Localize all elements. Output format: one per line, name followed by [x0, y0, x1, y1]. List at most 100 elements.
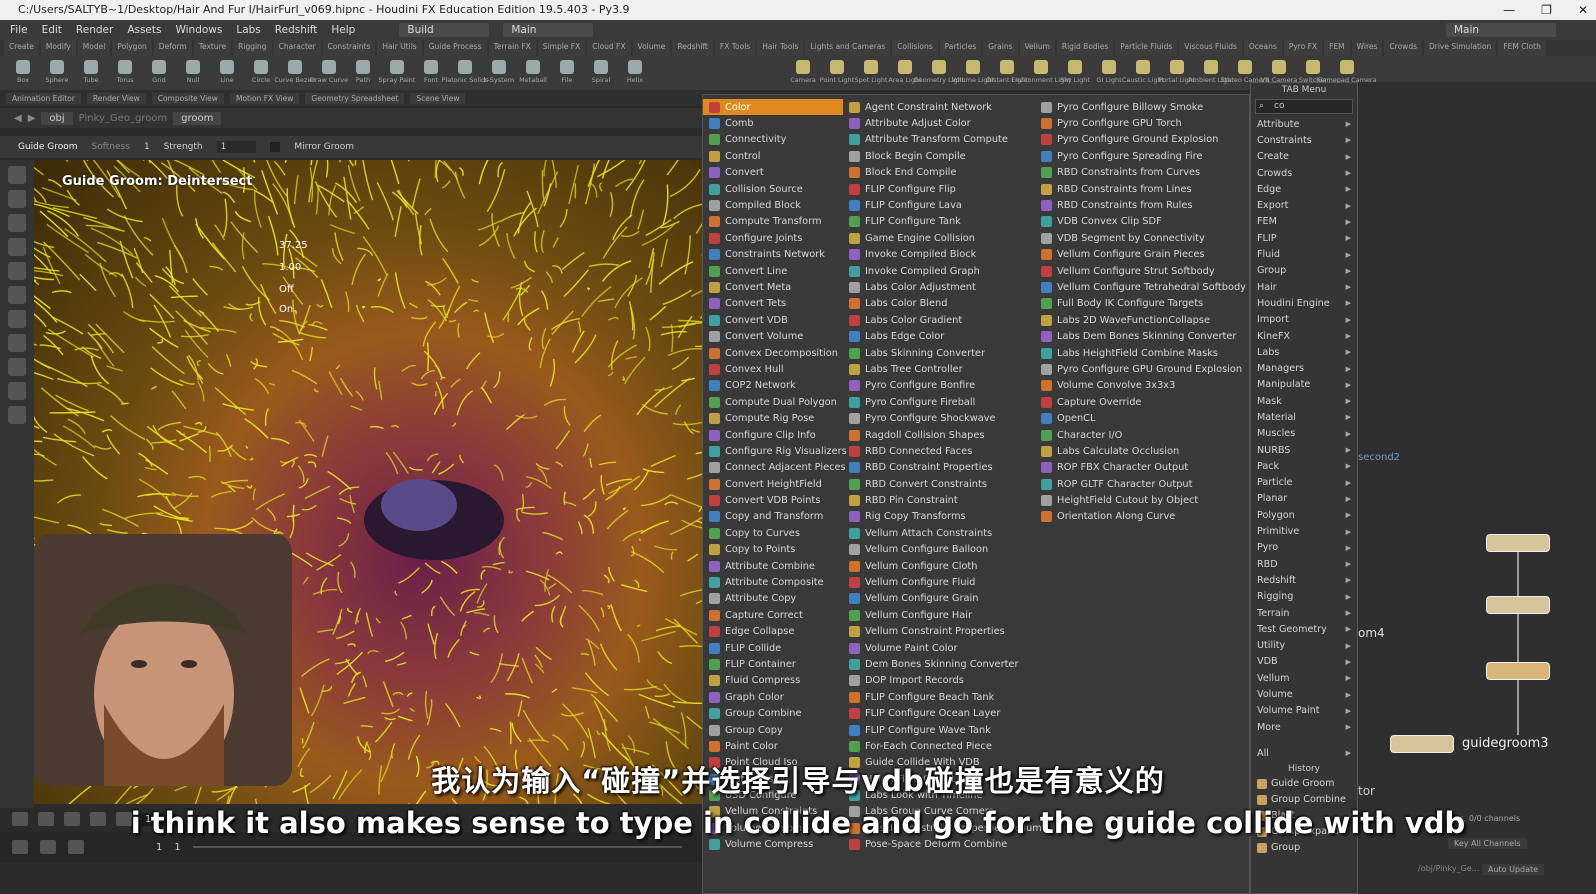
menu-item-vellum-configure-balloon[interactable]: Vellum Configure Balloon: [843, 542, 1035, 558]
light-tool-spot-light[interactable]: Spot Light: [854, 58, 888, 88]
menu-item-rbd-convert-constraints[interactable]: RBD Convert Constraints: [843, 476, 1035, 492]
menu-item-copy-to-points[interactable]: Copy to Points: [703, 542, 843, 558]
shelf-tool-file[interactable]: File: [552, 58, 582, 88]
shelf-tab-volume[interactable]: Volume: [632, 40, 671, 56]
menu-item-convert-meta[interactable]: Convert Meta: [703, 279, 843, 295]
category-manipulate[interactable]: Manipulate: [1251, 377, 1357, 393]
category-import[interactable]: Import: [1251, 312, 1357, 328]
shelf-tab-model[interactable]: Model: [77, 40, 111, 56]
category-rbd[interactable]: RBD: [1251, 556, 1357, 572]
menu-item-labs-heightfield-combine-masks[interactable]: Labs HeightField Combine Masks: [1035, 345, 1249, 361]
category-crowds[interactable]: Crowds: [1251, 165, 1357, 181]
shelf-tool-grid[interactable]: Grid: [144, 58, 174, 88]
range-start[interactable]: 1: [156, 842, 162, 853]
menu-item-pyro-configure-bonfire[interactable]: Pyro Configure Bonfire: [843, 378, 1035, 394]
light-tool-caustic-light[interactable]: Caustic Light: [1122, 58, 1164, 88]
real-time-icon[interactable]: [12, 840, 28, 854]
menu-item-convert[interactable]: Convert: [703, 165, 843, 181]
rotate-tool-icon[interactable]: [8, 214, 26, 232]
shelf-tab-cloud-fx[interactable]: Cloud FX: [587, 40, 631, 56]
menu-item-rig-copy-transforms[interactable]: Rig Copy Transforms: [843, 509, 1035, 525]
menu-item-pyro-configure-shockwave[interactable]: Pyro Configure Shockwave: [843, 410, 1035, 426]
magnet-icon[interactable]: [8, 382, 26, 400]
menu-item-attribute-transform-compute[interactable]: Attribute Transform Compute: [843, 132, 1035, 148]
light-tool-point-light[interactable]: Point Light: [820, 58, 854, 88]
menu-windows[interactable]: Windows: [175, 24, 222, 36]
menu-item-vdb-convex-clip-sdf[interactable]: VDB Convex Clip SDF: [1035, 214, 1249, 230]
shelf-tab-grains[interactable]: Grains: [983, 40, 1018, 56]
menu-item-paint-color[interactable]: Paint Color: [703, 738, 843, 754]
menu-render[interactable]: Render: [76, 24, 113, 36]
shelf-tab-vellum[interactable]: Vellum: [1019, 40, 1055, 56]
path-node[interactable]: Pinky_Geo_groom: [79, 113, 168, 124]
menu-item-configure-rig-visualizers[interactable]: Configure Rig Visualizers: [703, 443, 847, 459]
menu-item-block-end-compile[interactable]: Block End Compile: [843, 165, 1035, 181]
close-button[interactable]: ✕: [1578, 0, 1588, 20]
category-create[interactable]: Create: [1251, 149, 1357, 165]
desktop-select-build[interactable]: Build: [399, 23, 490, 37]
category-material[interactable]: Material: [1251, 409, 1357, 425]
strength-field[interactable]: 1: [216, 141, 257, 153]
menu-item-labs-edge-color[interactable]: Labs Edge Color: [843, 328, 1035, 344]
shelf-tab-deform[interactable]: Deform: [153, 40, 192, 56]
menu-item-connectivity[interactable]: Connectivity: [703, 132, 843, 148]
shelf-tab-particle-fluids[interactable]: Particle Fluids: [1115, 40, 1178, 56]
menu-item-group-combine[interactable]: Group Combine: [703, 705, 843, 721]
shelf-tab-fem[interactable]: FEM: [1324, 40, 1350, 56]
range-end[interactable]: 1: [174, 842, 180, 853]
category-group[interactable]: Group: [1251, 263, 1357, 279]
menu-item-block-begin-compile[interactable]: Block Begin Compile: [843, 148, 1035, 164]
pane-tab-render-view[interactable]: Render View: [86, 92, 146, 104]
menu-item-convert-tets[interactable]: Convert Tets: [703, 296, 843, 312]
shelf-tab-rigging[interactable]: Rigging: [233, 40, 272, 56]
light-tool-volume-light[interactable]: Volume Light: [952, 58, 994, 88]
menu-item-volume-paint-color[interactable]: Volume Paint Color: [843, 640, 1035, 656]
network-node-3[interactable]: [1486, 662, 1550, 680]
shelf-tool-null[interactable]: Null: [178, 58, 208, 88]
menu-item-pyro-configure-gpu-ground-explosion[interactable]: Pyro Configure GPU Ground Explosion: [1035, 361, 1249, 377]
menu-item-labs-2d-wavefunctioncollapse[interactable]: Labs 2D WaveFunctionCollapse: [1035, 312, 1249, 328]
shelf-tab-terrain-fx[interactable]: Terrain FX: [488, 40, 536, 56]
menu-item-compiled-block[interactable]: Compiled Block: [703, 197, 843, 213]
light-tool-camera[interactable]: Camera: [788, 58, 818, 88]
menu-item-vellum-attach-constraints[interactable]: Vellum Attach Constraints: [843, 525, 1035, 541]
mode-value[interactable]: 1: [144, 142, 150, 152]
pane-tab-composite-view[interactable]: Composite View: [151, 92, 224, 104]
category-vdb[interactable]: VDB: [1251, 654, 1357, 670]
shelf-tab-pyro-fx[interactable]: Pyro FX: [1283, 40, 1323, 56]
shelf-tool-box[interactable]: Box: [8, 58, 38, 88]
category-export[interactable]: Export: [1251, 197, 1357, 213]
menu-item-rop-gltf-character-output[interactable]: ROP GLTF Character Output: [1035, 476, 1249, 492]
category-nurbs[interactable]: NURBS: [1251, 442, 1357, 458]
menu-item-rbd-constraints-from-curves[interactable]: RBD Constraints from Curves: [1035, 165, 1249, 181]
menu-item-heightfield-cutout-by-object[interactable]: HeightField Cutout by Object: [1035, 492, 1249, 508]
category-attribute[interactable]: Attribute: [1251, 116, 1357, 132]
category-more[interactable]: More: [1251, 719, 1357, 735]
menu-item-labs-tree-controller[interactable]: Labs Tree Controller: [843, 361, 1035, 377]
shelf-tab-oceans[interactable]: Oceans: [1243, 40, 1282, 56]
category-polygon[interactable]: Polygon: [1251, 507, 1357, 523]
menu-item-compute-transform[interactable]: Compute Transform: [703, 214, 843, 230]
shelf-tool-circle[interactable]: Circle: [246, 58, 276, 88]
time-slider[interactable]: [192, 846, 682, 848]
category-mask[interactable]: Mask: [1251, 393, 1357, 409]
tab-menu-search[interactable]: ⌕ co: [1255, 99, 1353, 114]
menu-item-comb[interactable]: Comb: [703, 115, 843, 131]
category-rigging[interactable]: Rigging: [1251, 589, 1357, 605]
menu-item-attribute-combine[interactable]: Attribute Combine: [703, 558, 843, 574]
menu-item-full-body-ik-configure-targets[interactable]: Full Body IK Configure Targets: [1035, 296, 1249, 312]
menu-item-ragdoll-collision-shapes[interactable]: Ragdoll Collision Shapes: [843, 427, 1035, 443]
category-test-geometry[interactable]: Test Geometry: [1251, 621, 1357, 637]
shelf-tab-guide-process[interactable]: Guide Process: [423, 40, 487, 56]
menu-item-convert-vdb-points[interactable]: Convert VDB Points: [703, 492, 843, 508]
menu-item-convert-line[interactable]: Convert Line: [703, 263, 843, 279]
shelf-tab-polygon[interactable]: Polygon: [112, 40, 152, 56]
menu-item-pyro-configure-ground-explosion[interactable]: Pyro Configure Ground Explosion: [1035, 132, 1249, 148]
menu-item-pyro-configure-fireball[interactable]: Pyro Configure Fireball: [843, 394, 1035, 410]
pane-tab-motion-fx-view[interactable]: Motion FX View: [229, 92, 300, 104]
menu-redshift[interactable]: Redshift: [275, 24, 318, 36]
menu-item-rbd-constraints-from-rules[interactable]: RBD Constraints from Rules: [1035, 197, 1249, 213]
light-tool-gi-light[interactable]: GI Light: [1094, 58, 1124, 88]
menu-item-cop2-network[interactable]: COP2 Network: [703, 378, 843, 394]
menu-item-vellum-configure-tetrahedral-softbody[interactable]: Vellum Configure Tetrahedral Softbody: [1035, 279, 1249, 295]
